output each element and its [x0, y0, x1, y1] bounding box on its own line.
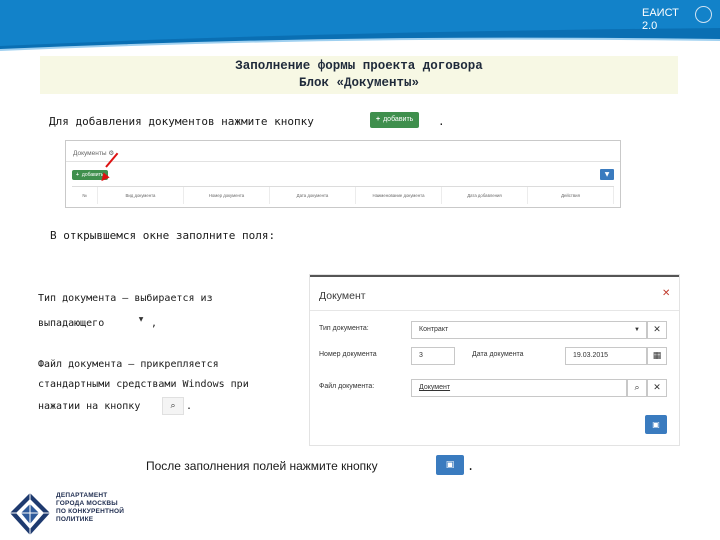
- type-select-value: Контракт: [419, 326, 449, 333]
- column-header: Дата добавления: [442, 187, 528, 204]
- column-header: №: [72, 187, 98, 204]
- column-header: Дата документа: [270, 187, 356, 204]
- column-header: Номер документа: [184, 187, 270, 204]
- department-logo-text: ДЕПАРТАМЕНТ ГОРОДА МОСКВЫ ПО КОНКУРЕНТНО…: [56, 492, 124, 524]
- clear-file-icon[interactable]: ✕: [647, 379, 667, 397]
- document-dialog: Документ ✕ Тип документа: Контракт ▼ ✕ Но…: [310, 275, 679, 445]
- calendar-icon[interactable]: ▦: [647, 347, 667, 365]
- intro-period: .: [438, 115, 445, 128]
- type-note-tail: ,: [151, 318, 158, 329]
- logo-line2: ГОРОДА МОСКВЫ: [56, 500, 118, 507]
- number-label: Номер документа: [319, 351, 377, 358]
- column-header: Действия: [528, 187, 614, 204]
- sample-add-button: + добавить: [370, 112, 420, 128]
- file-note-line2: стандартными средствами Windows при: [38, 379, 249, 390]
- brand-line2: 2.0: [642, 20, 658, 32]
- filter-icon[interactable]: ▼: [600, 169, 614, 180]
- brand-circle-icon: [695, 6, 712, 23]
- save-icon: ▣: [445, 460, 455, 470]
- save-button[interactable]: ▣: [645, 415, 667, 434]
- sample-add-label: добавить: [383, 116, 414, 123]
- clear-type-icon[interactable]: ✕: [647, 321, 667, 339]
- search-icon: ⌕: [162, 397, 184, 415]
- close-icon[interactable]: ✕: [662, 288, 670, 299]
- after-fill-period: .: [467, 459, 475, 473]
- file-note-line3: нажатии на кнопку: [38, 401, 141, 412]
- documents-table-header: № Вид документа Номер документа Дата док…: [72, 186, 614, 204]
- intro-text: Для добавления документов нажмите кнопку: [49, 115, 314, 128]
- column-header: Вид документа: [98, 187, 184, 204]
- save-icon: ▣: [652, 420, 660, 429]
- logo-line1: ДЕПАРТАМЕНТ: [56, 492, 108, 499]
- brand-line1: ЕАИСТ: [642, 7, 679, 19]
- documents-panel: Документы ⚙ + добавить ▼ № Вид документа …: [65, 140, 621, 208]
- chevron-down-icon: ▼: [634, 327, 640, 333]
- slide: ЕАИСТ 2.0 Заполнение формы проекта догов…: [0, 0, 720, 540]
- logo-line4: ПОЛИТИКЕ: [56, 516, 94, 523]
- panel-divider: [66, 161, 620, 162]
- file-field[interactable]: Документ: [411, 379, 627, 397]
- header-band: [0, 0, 720, 51]
- dropdown-caret-icon: ▼: [132, 313, 150, 327]
- plus-icon: +: [376, 116, 381, 123]
- sample-save-button: ▣: [436, 455, 464, 475]
- documents-title-text: Документы: [73, 150, 107, 157]
- title-line2: Блок «Документы»: [298, 76, 420, 90]
- search-icon[interactable]: ⌕: [627, 379, 647, 397]
- type-note-line2: выпадающего: [38, 318, 105, 329]
- file-note-tail: .: [186, 401, 193, 412]
- document-number-input[interactable]: 3: [411, 347, 455, 365]
- logo-line3: ПО КОНКУРЕНТНОЙ: [56, 508, 125, 515]
- document-date-input[interactable]: 19.03.2015: [565, 347, 647, 365]
- brand-label: ЕАИСТ 2.0: [642, 7, 679, 33]
- file-label: Файл документа:: [319, 383, 375, 390]
- type-label: Тип документа:: [319, 325, 369, 332]
- dialog-title: Документ: [319, 290, 366, 302]
- documents-panel-title: Документы ⚙: [73, 149, 114, 157]
- title-line1: Заполнение формы проекта договора: [235, 59, 483, 73]
- slide-title: Заполнение формы проекта договора Блок «…: [40, 56, 678, 94]
- plus-icon: +: [76, 172, 79, 178]
- after-fill-text: После заполнения полей нажмите кнопку: [146, 459, 378, 473]
- fill-fields-text: В открывшемся окне заполните поля:: [50, 229, 276, 242]
- type-note-line1: Тип документа – выбирается из: [38, 293, 213, 304]
- date-label: Дата документа: [472, 351, 524, 358]
- column-header: Наименование документа: [356, 187, 442, 204]
- type-select[interactable]: Контракт ▼: [411, 321, 647, 339]
- file-note-line1: Файл документа – прикрепляется: [38, 359, 219, 370]
- department-logo-icon: [10, 493, 50, 535]
- dialog-divider: [310, 310, 679, 311]
